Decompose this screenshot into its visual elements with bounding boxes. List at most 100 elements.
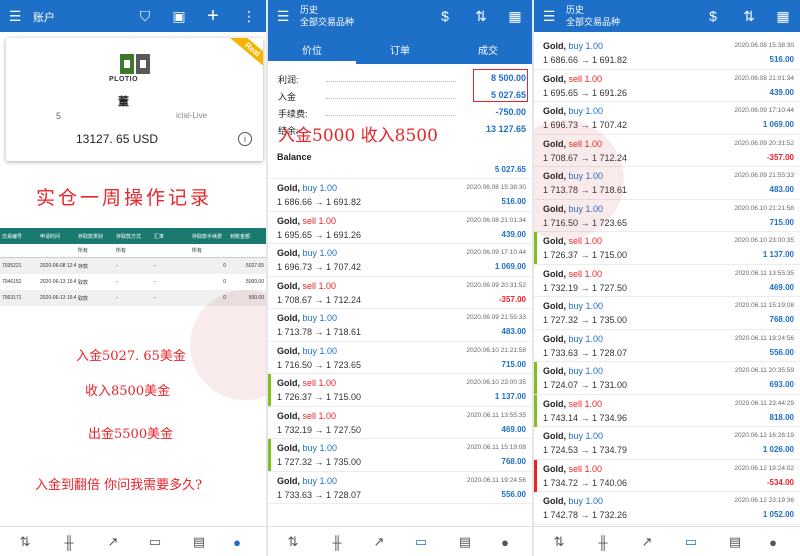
deal-row[interactable]: Gold, buy 1.00 1 686.66 → 1 691.82 2020.06…: [268, 179, 532, 212]
quotes-icon[interactable]: ⇅: [284, 533, 302, 551]
deal-row[interactable]: Gold, sell 1.00 1 726.37 → 1 715.00 2020.0…: [268, 374, 532, 407]
deal-row[interactable]: Gold, buy 1.00 1 696.73 → 1 707.42 2020.06…: [268, 244, 532, 277]
deal-row[interactable]: Gold, buy 1.00 1 724.07 → 1 731.00 2020.06…: [534, 362, 800, 395]
account-card[interactable]: PLOTIO Real 董 5 icial-Live 13127. 65 USD…: [6, 38, 263, 161]
overlay-annotation: 入金5000 收入8500: [278, 126, 438, 146]
deal-price: 1 733.63 → 1 728.07: [277, 489, 362, 500]
appbar-title: 历史 全部交易品种: [300, 4, 354, 28]
deal-time: 2020.06.11 19:24:56: [466, 476, 526, 484]
deal-profit: 768.00: [501, 457, 526, 466]
trade-icon[interactable]: ↗: [370, 533, 388, 551]
balance-label: Balance: [277, 152, 312, 162]
deal-profit: 1 026.00: [762, 445, 794, 454]
server-icon[interactable]: ▣: [170, 7, 188, 25]
position-bar: [534, 232, 537, 264]
deal-time: 2020.06.09 20:31:52: [734, 139, 794, 147]
symbol-text: Gold,: [543, 398, 566, 409]
history-icon[interactable]: ▭: [412, 533, 430, 551]
filter-select[interactable]: 所有: [76, 247, 114, 254]
balance-row[interactable]: Balance 5 027.65: [268, 147, 532, 179]
deal-price: 1 732.19 → 1 727.50: [277, 424, 362, 435]
deal-row[interactable]: Gold, sell 1.00 1 708.67 → 1 712.24 2020.0…: [268, 277, 532, 309]
history-icon[interactable]: ▭: [146, 533, 164, 551]
chart-icon[interactable]: ╫: [594, 533, 612, 551]
messages-icon[interactable]: ●: [228, 533, 246, 551]
deal-row[interactable]: Gold, sell 1.00 1 732.19 → 1 727.50 2020.0…: [268, 407, 532, 439]
history-icon[interactable]: ▭: [682, 533, 700, 551]
deal-profit: -357.00: [498, 294, 526, 304]
deal-symbol: Gold, buy 1.00: [543, 106, 603, 116]
chart-icon[interactable]: ╫: [328, 533, 346, 551]
symbol-text: Gold,: [543, 138, 566, 149]
menu-icon[interactable]: ☰: [540, 7, 558, 25]
add-icon[interactable]: +: [204, 5, 222, 27]
more-icon[interactable]: ⋮: [240, 7, 258, 25]
deal-symbol: Gold, sell 1.00: [277, 378, 336, 388]
deal-volume: 1.00: [584, 463, 603, 474]
symbol-text: Gold,: [543, 333, 566, 344]
deal-symbol: Gold, sell 1.00: [543, 74, 602, 84]
news-icon[interactable]: ▤: [190, 533, 208, 551]
messages-icon[interactable]: ●: [764, 533, 782, 551]
deal-time: 2020.06.08 15:38:30: [734, 42, 794, 49]
calendar-icon[interactable]: ▦: [506, 7, 524, 25]
sort-icon[interactable]: ⇅: [740, 7, 758, 25]
news-icon[interactable]: ▤: [456, 533, 474, 551]
deal-row[interactable]: Gold, buy 1.00 1 713.78 → 1 718.61 2020.06…: [268, 309, 532, 342]
news-icon[interactable]: ▤: [726, 533, 744, 551]
deal-row[interactable]: Gold, buy 1.00 1 696.73 → 1 707.42 2020.06…: [534, 102, 800, 135]
deal-row[interactable]: Gold, sell 1.00 1 726.37 → 1 715.00 2020.0…: [534, 232, 800, 265]
shield-icon[interactable]: ⛉: [136, 7, 154, 25]
chart-icon[interactable]: ╫: [60, 533, 78, 551]
position-bar: [534, 394, 537, 427]
deal-row[interactable]: Gold, sell 1.00 1 734.72 → 1 740.06 2020.0…: [534, 459, 800, 492]
symbol-text: Gold,: [543, 171, 566, 181]
deal-row[interactable]: Gold, buy 1.00 1 716.50 → 1 723.65 2020.06…: [268, 342, 532, 374]
messages-icon[interactable]: ●: [496, 533, 514, 551]
deal-volume: 1.00: [318, 280, 337, 291]
filter-select[interactable]: 所有: [190, 247, 228, 254]
deal-row[interactable]: Gold, buy 1.00 1 733.63 → 1 728.07 2020.06…: [268, 472, 532, 504]
deal-row[interactable]: Gold, buy 1.00 1 727.32 → 1 735.00 2020.06…: [534, 297, 800, 330]
deal-row[interactable]: Gold, sell 1.00 1 743.14 → 1 734.96 2020.0…: [534, 394, 800, 427]
sort-icon[interactable]: ⇅: [472, 7, 490, 25]
deal-row[interactable]: Gold, buy 1.00 1 713.78 → 1 718.61 2020.06…: [534, 167, 800, 200]
deal-row[interactable]: Gold, sell 1.00 1 695.65 → 1 691.26 2020.0…: [534, 70, 800, 102]
menu-icon[interactable]: ☰: [6, 7, 24, 25]
bottom-nav: ⇅ ╫ ↗ ▭ ▤ ●: [268, 526, 532, 556]
quotes-icon[interactable]: ⇅: [16, 533, 34, 551]
trade-icon[interactable]: ↗: [638, 533, 656, 551]
deal-row[interactable]: Gold, sell 1.00 1 732.19 → 1 727.50 2020.0…: [534, 265, 800, 297]
deal-profit: 693.00: [769, 380, 794, 389]
deal-volume: 1.00: [585, 171, 604, 181]
tab-orders[interactable]: 订单: [390, 42, 410, 57]
quotes-icon[interactable]: ⇅: [550, 533, 568, 551]
deal-price: 1 686.66 → 1 691.82: [543, 55, 628, 65]
symbol-filter-icon[interactable]: $: [704, 7, 722, 25]
deal-price: 1 724.07 → 1 731.00: [543, 380, 628, 390]
trade-icon[interactable]: ↗: [104, 533, 122, 551]
deal-row[interactable]: Gold, sell 1.00 1 708.67 → 1 712.24 2020.0…: [534, 135, 800, 167]
deal-price: 1 708.67 → 1 712.24: [543, 152, 628, 163]
deal-row[interactable]: Gold, buy 1.00 1 686.66 → 1 691.82 2020.06…: [534, 37, 800, 70]
deal-row[interactable]: Gold, buy 1.00 1 742.78 → 1 732.26 2020.06…: [534, 492, 800, 525]
filter-select[interactable]: 所有: [114, 247, 152, 254]
info-icon[interactable]: i: [238, 132, 252, 146]
deal-row[interactable]: Gold, sell 1.00 1 695.65 → 1 691.26 2020.0…: [268, 212, 532, 244]
deal-volume: 1.00: [319, 248, 338, 258]
tab-positions[interactable]: 价位: [302, 42, 322, 57]
deal-symbol: Gold, sell 1.00: [543, 236, 602, 246]
deal-price: 1 696.73 → 1 707.42: [543, 120, 628, 130]
deal-row[interactable]: Gold, buy 1.00 1 733.63 → 1 728.07 2020.06…: [534, 330, 800, 362]
deal-row[interactable]: Gold, buy 1.00 1 716.50 → 1 723.65 2020.06…: [534, 200, 800, 232]
tab-deals[interactable]: 成交: [478, 42, 498, 57]
calendar-icon[interactable]: ▦: [774, 7, 792, 25]
deal-volume: 1.00: [319, 443, 338, 453]
account-holder: 董: [118, 96, 129, 108]
menu-icon[interactable]: ☰: [274, 7, 292, 25]
deal-row[interactable]: Gold, buy 1.00 1 727.32 → 1 735.00 2020.06…: [268, 439, 532, 472]
symbol-filter-icon[interactable]: $: [436, 7, 454, 25]
deal-row[interactable]: Gold, buy 1.00 1 724.53 → 1 734.79 2020.06…: [534, 427, 800, 460]
account-appbar: ☰ 账户 ⛉ ▣ + ⋮: [0, 0, 266, 32]
table-cell: 2020-06-13 15:45:26: [40, 279, 76, 285]
